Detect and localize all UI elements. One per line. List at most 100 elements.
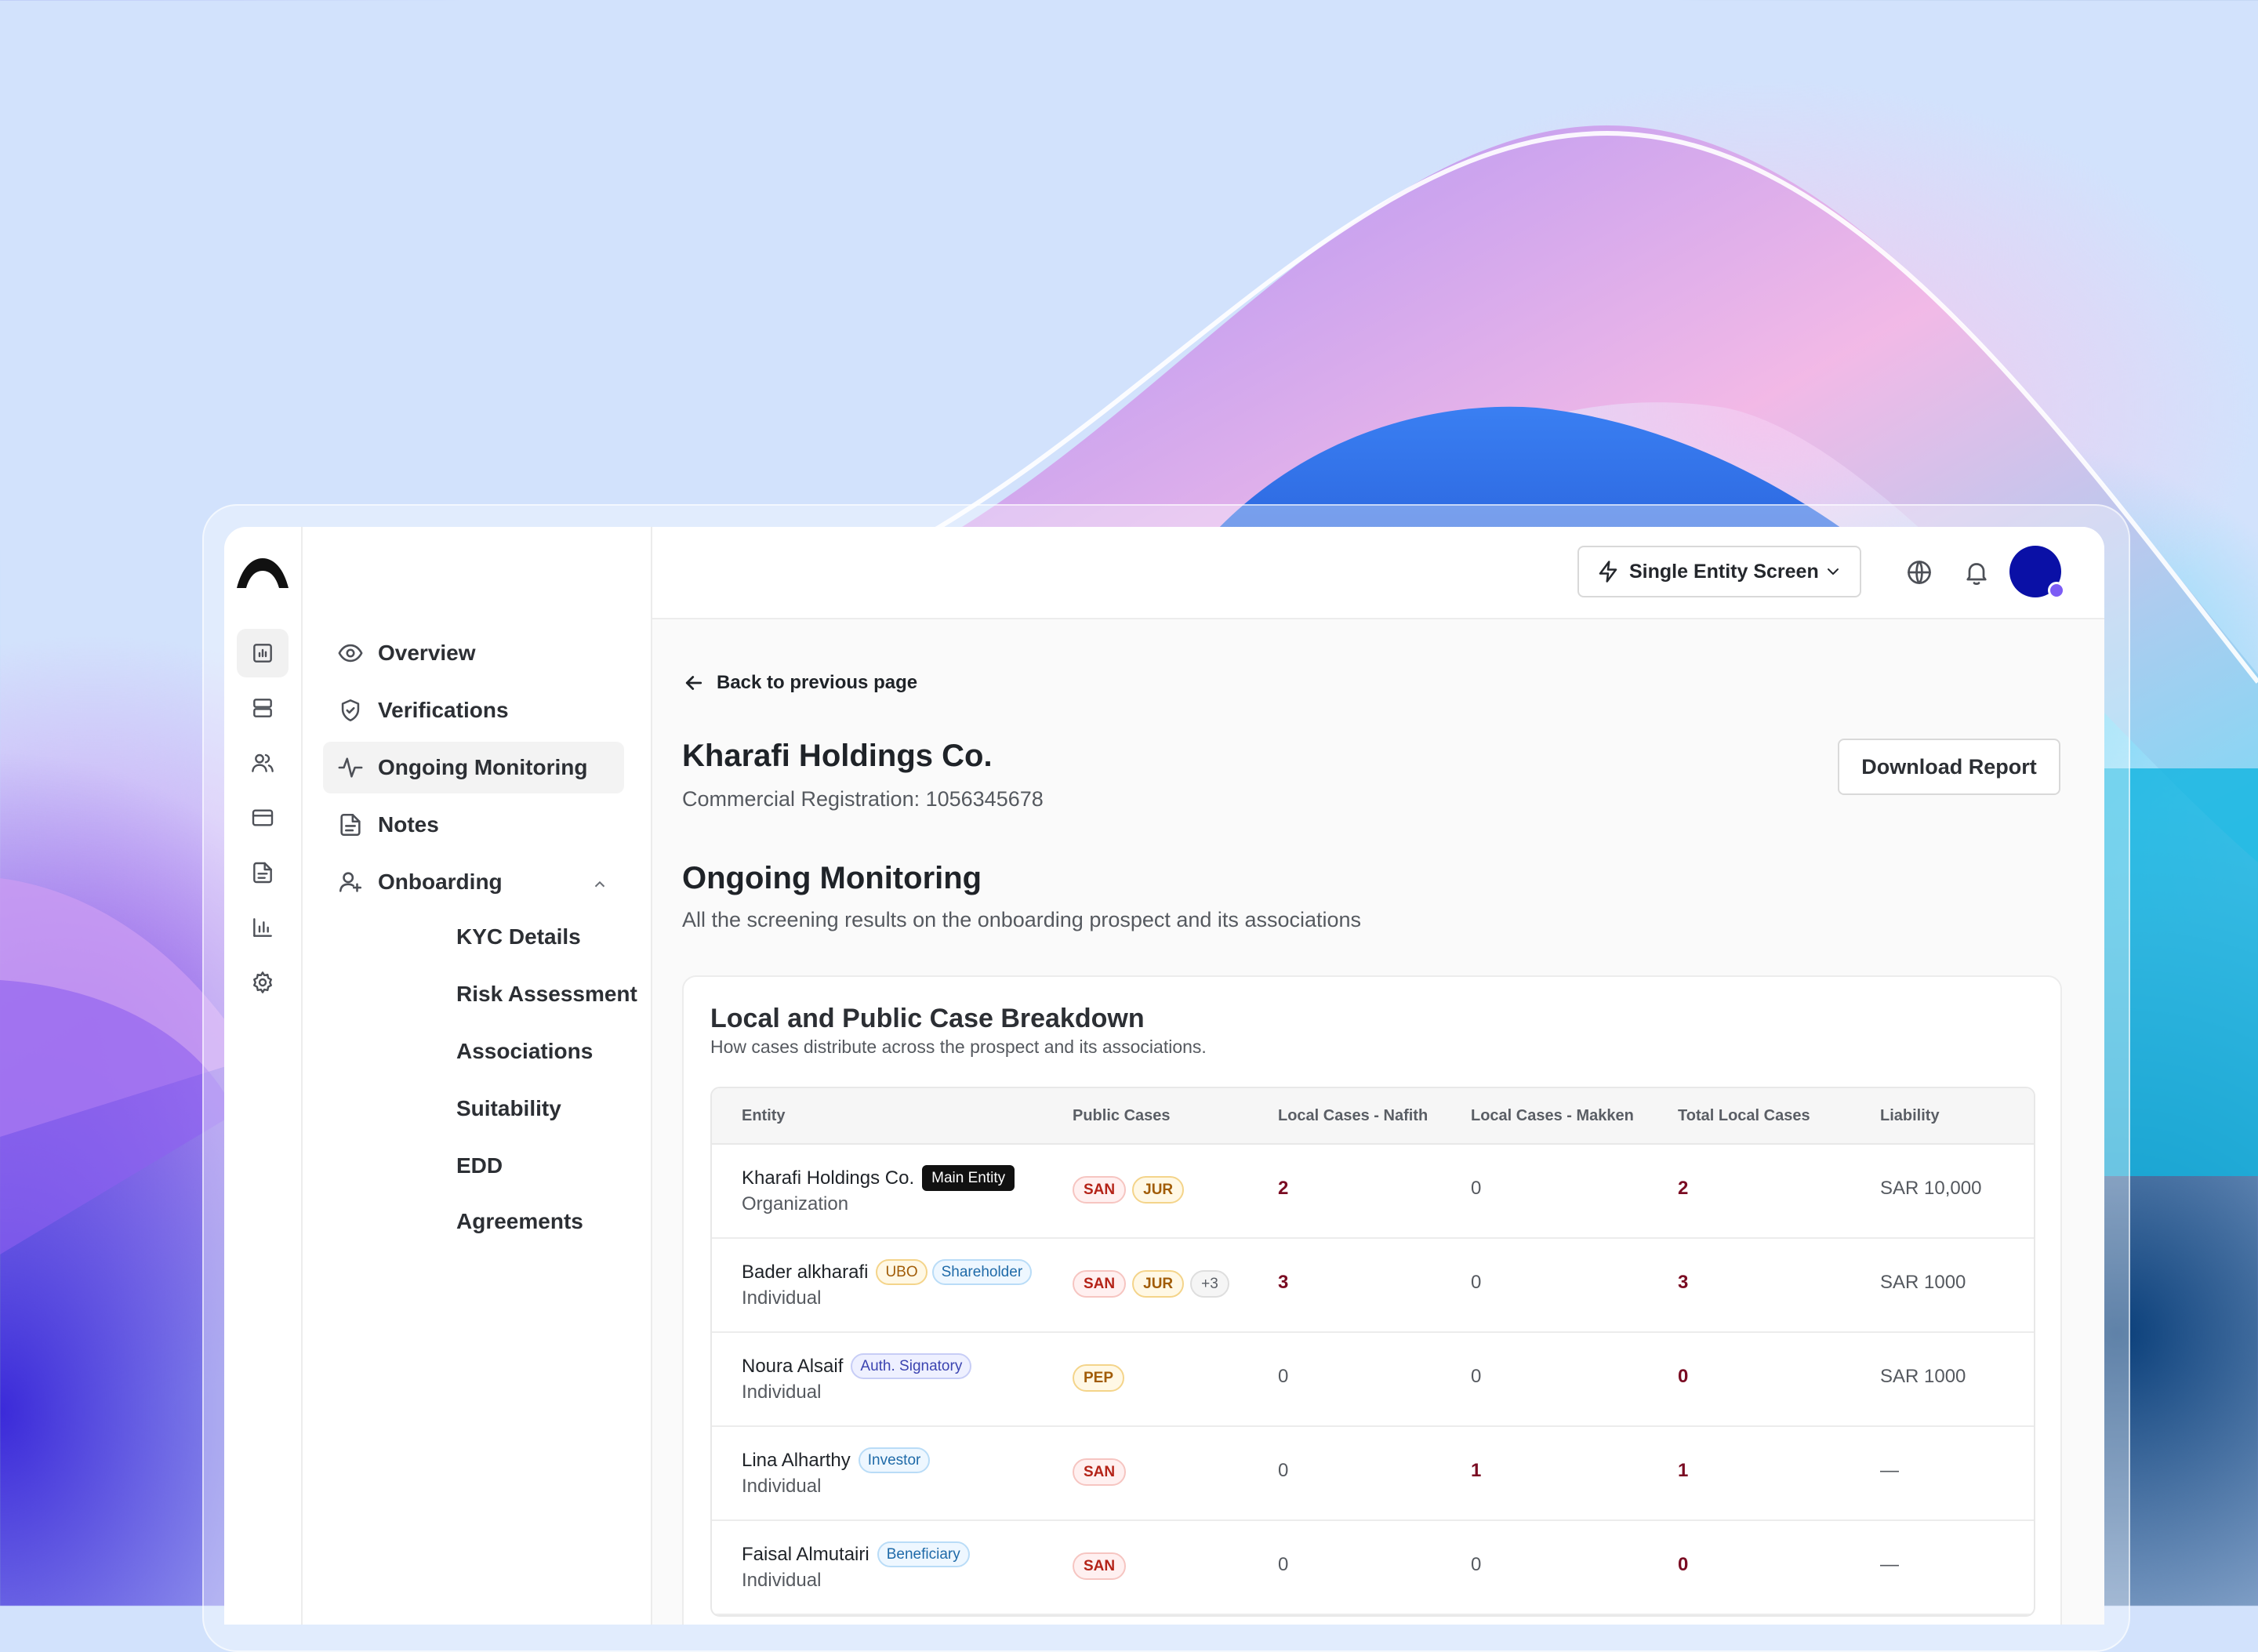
entity-name-line: Bader alkharafi UBO Shareholder: [742, 1259, 1033, 1285]
entity-type: Individual: [742, 1570, 822, 1591]
role-badge: Shareholder: [931, 1259, 1033, 1285]
entity-title: Kharafi Holdings Co.: [682, 739, 993, 773]
entity-registration: Commercial Registration: 1056345678: [682, 787, 1044, 811]
case-tag: SAN: [1073, 1270, 1127, 1298]
role-badge: UBO: [876, 1259, 928, 1285]
total-local-count: 2: [1678, 1178, 1689, 1199]
makken-count: 0: [1471, 1272, 1482, 1293]
entity-type: Individual: [742, 1476, 822, 1497]
col-total-local[interactable]: Total Local Cases: [1678, 1107, 1810, 1125]
settings-icon[interactable]: [237, 958, 289, 1007]
total-local-count: 1: [1678, 1460, 1689, 1481]
role-badge: Auth. Signatory: [851, 1353, 972, 1379]
entity-type: Individual: [742, 1287, 822, 1309]
nav-item-overview[interactable]: Overview: [323, 627, 624, 679]
table-row[interactable]: Noura Alsaif Auth. Signatory Individual …: [712, 1333, 2034, 1427]
makken-count: 0: [1471, 1554, 1482, 1575]
case-breakdown-card: Local and Public Case Breakdown How case…: [682, 975, 2062, 1625]
file-text-icon: [337, 811, 364, 838]
case-tag: SAN: [1073, 1552, 1127, 1580]
section-title: Ongoing Monitoring: [682, 861, 982, 895]
nav-sub-agreements[interactable]: Agreements: [456, 1200, 583, 1244]
download-report-button[interactable]: Download Report: [1838, 739, 2060, 795]
role-badge: Beneficiary: [877, 1541, 970, 1567]
col-local-makken[interactable]: Local Cases - Makken: [1471, 1107, 1634, 1125]
nav-sub-associations[interactable]: Associations: [456, 1029, 593, 1073]
entity-name: Lina Alharthy: [742, 1449, 851, 1471]
eye-icon: [337, 640, 364, 666]
col-local-nafith[interactable]: Local Cases - Nafith: [1278, 1107, 1428, 1125]
users-icon[interactable]: [237, 739, 289, 787]
nav-sub-risk-assessment[interactable]: Risk Assessment: [456, 972, 637, 1016]
user-plus-icon: [337, 869, 364, 895]
back-link[interactable]: Back to previous page: [682, 671, 917, 695]
col-entity[interactable]: Entity: [742, 1107, 786, 1125]
document-icon[interactable]: [237, 848, 289, 897]
entity-name-line: Noura Alsaif Auth. Signatory: [742, 1353, 972, 1379]
case-tag: SAN: [1073, 1458, 1127, 1486]
entity-type: Organization: [742, 1193, 849, 1214]
globe-icon[interactable]: [1905, 558, 1933, 586]
public-case-tags: SAN: [1073, 1458, 1132, 1486]
public-case-tags: SAN JUR +3: [1073, 1270, 1236, 1298]
bell-icon[interactable]: [1962, 558, 1991, 586]
mode-select[interactable]: Single Entity Screen: [1577, 546, 1861, 597]
top-bar: Single Entity Screen: [652, 527, 2104, 619]
makken-count: 1: [1471, 1460, 1482, 1481]
nav-item-verifications[interactable]: Verifications: [323, 684, 624, 736]
case-table: Entity Public Cases Local Cases - Nafith…: [710, 1087, 2035, 1617]
makken-count: 0: [1471, 1178, 1482, 1199]
col-public-cases[interactable]: Public Cases: [1073, 1107, 1171, 1125]
nav-item-ongoing-monitoring[interactable]: Ongoing Monitoring: [323, 742, 624, 793]
entity-name-line: Faisal Almutairi Beneficiary: [742, 1541, 970, 1567]
back-label: Back to previous page: [717, 672, 918, 693]
section-subtitle: All the screening results on the onboard…: [682, 908, 1362, 931]
entity-name: Kharafi Holdings Co.: [742, 1167, 915, 1189]
public-case-tags: SAN: [1073, 1552, 1132, 1580]
role-badge: Investor: [858, 1447, 931, 1473]
entity-name-line: Kharafi Holdings Co. Main Entity: [742, 1165, 1015, 1191]
total-local-count: 0: [1678, 1554, 1689, 1575]
case-tag: JUR: [1132, 1270, 1185, 1298]
chevron-up-icon[interactable]: [591, 873, 608, 891]
nav-sub-suitability[interactable]: Suitability: [456, 1087, 561, 1131]
section-nav: Overview Verifications Ongoing Monitorin…: [303, 527, 652, 1625]
main-content: Back to previous page Kharafi Holdings C…: [682, 618, 2104, 1625]
liability-value: —: [1880, 1460, 1899, 1481]
entity-name-line: Lina Alharthy Investor: [742, 1447, 931, 1473]
nafith-count: 3: [1278, 1272, 1289, 1293]
nav-item-label: Notes: [378, 812, 439, 837]
nav-item-onboarding[interactable]: Onboarding: [323, 856, 624, 908]
total-local-count: 3: [1678, 1272, 1689, 1293]
nav-sub-kyc-details[interactable]: KYC Details: [456, 915, 581, 959]
table-row[interactable]: Kharafi Holdings Co. Main Entity Organiz…: [712, 1145, 2034, 1239]
entity-name: Faisal Almutairi: [742, 1543, 869, 1565]
public-case-tags: PEP: [1073, 1364, 1131, 1392]
case-tag: JUR: [1132, 1176, 1185, 1204]
table-row[interactable]: Faisal Almutairi Beneficiary Individual …: [712, 1521, 2034, 1615]
nav-item-label: Verifications: [378, 698, 509, 722]
nav-item-notes[interactable]: Notes: [323, 799, 624, 851]
total-local-count: 0: [1678, 1366, 1689, 1387]
analytics-icon[interactable]: [237, 903, 289, 952]
more-tags-badge[interactable]: +3: [1190, 1270, 1229, 1298]
nafith-count: 2: [1278, 1178, 1289, 1199]
icon-rail: [224, 527, 303, 1625]
bolt-icon: [1596, 560, 1620, 583]
nav-sub-edd[interactable]: EDD: [456, 1144, 503, 1188]
case-tag: PEP: [1073, 1364, 1125, 1392]
entity-type: Individual: [742, 1382, 822, 1403]
table-row[interactable]: Bader alkharafi UBO Shareholder Individu…: [712, 1239, 2034, 1333]
card-title: Local and Public Case Breakdown: [710, 1004, 1145, 1033]
mode-select-value: Single Entity Screen: [1629, 560, 1819, 583]
nav-item-label: Ongoing Monitoring: [378, 755, 588, 779]
server-icon[interactable]: [237, 684, 289, 732]
liability-value: SAR 1000: [1880, 1272, 1966, 1293]
app-window: Overview Verifications Ongoing Monitorin…: [224, 527, 2104, 1625]
dashboard-icon[interactable]: [237, 629, 289, 677]
table-row[interactable]: Lina Alharthy Investor Individual SAN 0 …: [712, 1427, 2034, 1521]
nafith-count: 0: [1278, 1366, 1289, 1387]
card-icon[interactable]: [237, 793, 289, 842]
liability-value: SAR 1000: [1880, 1366, 1966, 1387]
col-liability[interactable]: Liability: [1880, 1107, 1940, 1125]
